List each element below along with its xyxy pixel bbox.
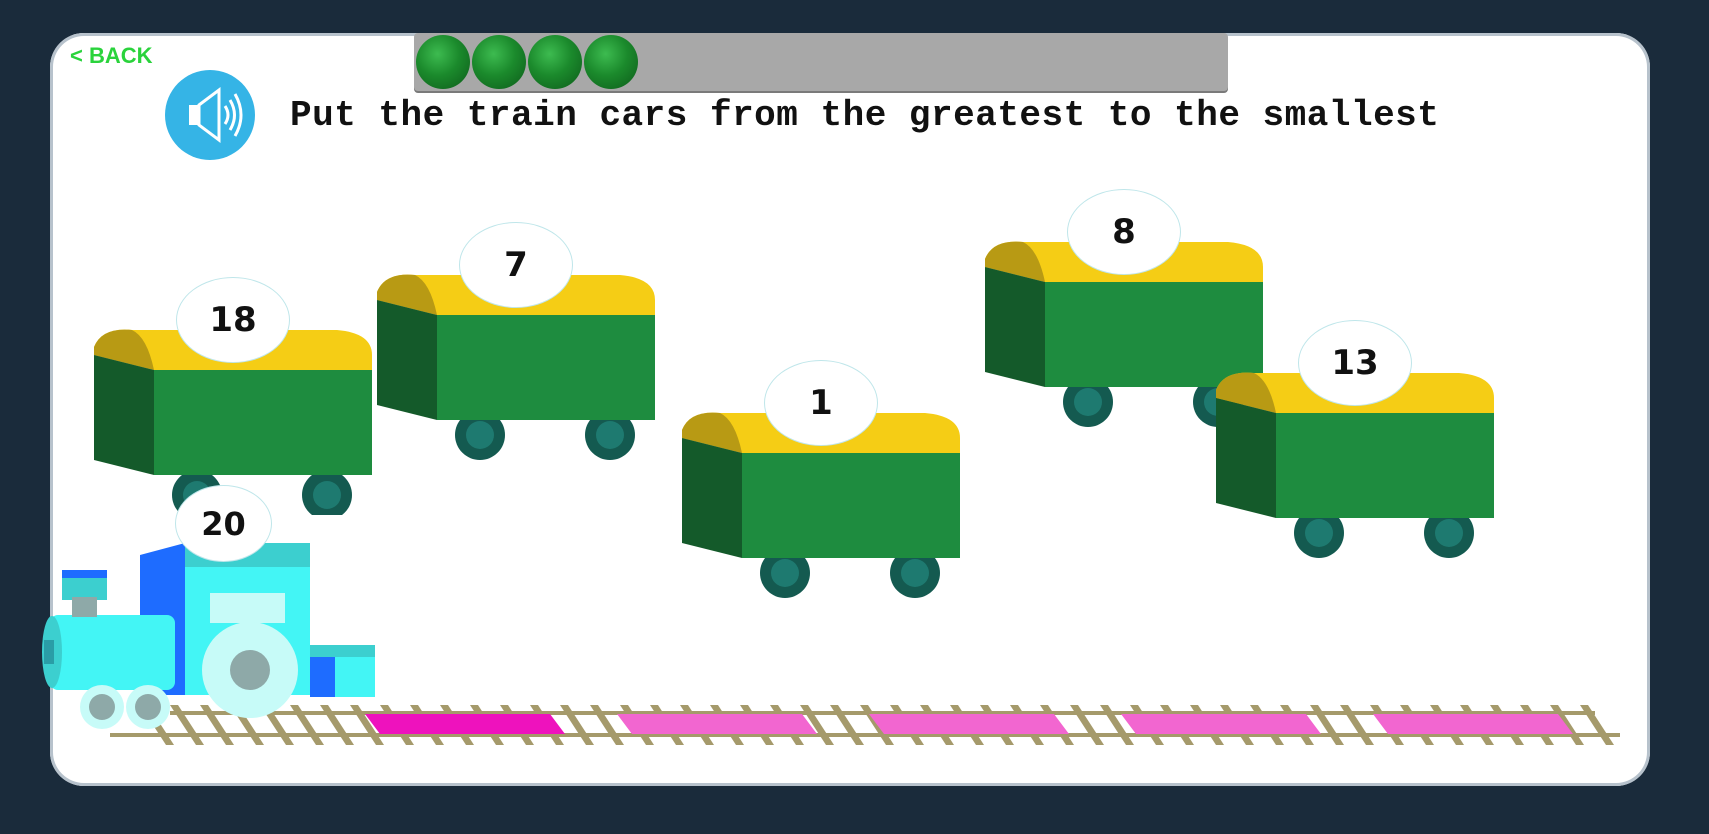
progress-dot	[416, 35, 470, 89]
progress-dots	[416, 33, 638, 91]
train-car[interactable]: 18	[92, 277, 372, 515]
car-number: 7	[459, 222, 573, 308]
locomotive-icon	[42, 543, 375, 729]
progress-dot	[528, 35, 582, 89]
progress-dot	[584, 35, 638, 89]
back-button[interactable]: < BACK	[70, 43, 153, 69]
drop-slot[interactable]	[365, 714, 565, 734]
drop-slot[interactable]	[617, 714, 817, 734]
train-car[interactable]: 1	[680, 360, 960, 598]
train-engine: 20	[40, 485, 385, 735]
train-car[interactable]: 13	[1214, 320, 1494, 558]
car-number: 8	[1067, 189, 1181, 275]
engine-number: 20	[175, 485, 272, 562]
progress-dot	[472, 35, 526, 89]
train-car[interactable]: 7	[375, 222, 655, 460]
car-number: 18	[176, 277, 290, 363]
speaker-button[interactable]	[165, 70, 255, 160]
drop-slot[interactable]	[1373, 714, 1573, 734]
speaker-icon	[189, 87, 243, 143]
car-number: 13	[1298, 320, 1412, 406]
drop-slot[interactable]	[1121, 714, 1321, 734]
car-number: 1	[764, 360, 878, 446]
drop-slot[interactable]	[869, 714, 1069, 734]
instruction-text: Put the train cars from the greatest to …	[290, 95, 1440, 136]
